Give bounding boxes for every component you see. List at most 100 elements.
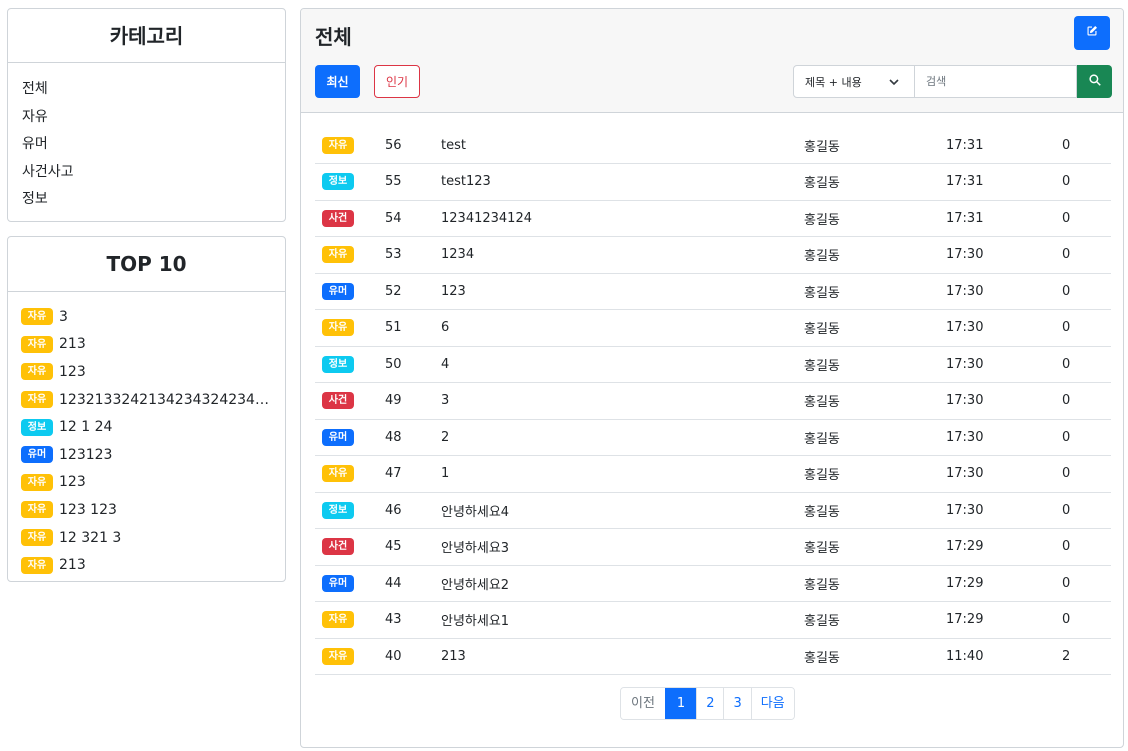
top10-item-title: 123 123 <box>59 501 117 518</box>
post-category-cell: 자유 <box>315 237 385 274</box>
top10-item[interactable]: 정보 12 1 24 <box>21 413 285 441</box>
post-category-cell: 자유 <box>315 127 385 164</box>
post-category-cell: 유머 <box>315 273 385 310</box>
post-category-cell: 자유 <box>315 602 385 639</box>
top10-item-title: 1232133242134234324234234234 <box>59 391 271 408</box>
table-row[interactable]: 사건 49 3 홍길동 17:30 0 <box>315 383 1111 419</box>
post-number: 43 <box>385 612 402 628</box>
table-row[interactable]: 자유 47 1 홍길동 17:30 0 <box>315 456 1111 492</box>
category-item-humor[interactable]: 유머 <box>22 131 285 159</box>
category-item-incident[interactable]: 사건사고 <box>22 159 285 187</box>
search-input[interactable] <box>915 65 1077 98</box>
category-item-info[interactable]: 정보 <box>22 186 285 214</box>
table-row[interactable]: 유머 48 2 홍길동 17:30 0 <box>315 419 1111 456</box>
category-badge: 자유 <box>322 136 354 154</box>
post-time: 17:30 <box>946 247 984 263</box>
table-row[interactable]: 자유 53 1234 홍길동 17:30 0 <box>315 237 1111 274</box>
write-post-button[interactable] <box>1074 16 1110 50</box>
post-category-cell: 유머 <box>315 565 385 602</box>
top10-item[interactable]: 자유 213 <box>21 331 285 359</box>
table-row[interactable]: 유머 52 123 홍길동 17:30 0 <box>315 273 1111 310</box>
table-row[interactable]: 정보 55 test123 홍길동 17:31 0 <box>315 164 1111 201</box>
top10-item[interactable]: 자유 12 321 3 <box>21 524 285 552</box>
search-button[interactable] <box>1077 65 1112 98</box>
table-row[interactable]: 자유 51 6 홍길동 17:30 0 <box>315 310 1111 347</box>
top10-item[interactable]: 자유 123 <box>21 469 285 497</box>
top10-item[interactable]: 유머 123123 <box>21 441 285 469</box>
post-views: 2 <box>1062 648 1071 664</box>
post-number: 50 <box>385 356 402 372</box>
post-author: 홍길동 <box>804 541 840 557</box>
post-category-cell: 자유 <box>315 638 385 675</box>
top10-item[interactable]: 자유 1232133242134234324234234234 <box>21 386 285 414</box>
post-title: 12341234124 <box>441 210 532 226</box>
table-row[interactable]: 사건 54 12341234124 홍길동 17:31 0 <box>315 200 1111 237</box>
table-row[interactable]: 사건 45 안녕하세요3 홍길동 17:29 0 <box>315 529 1111 565</box>
pencil-square-icon <box>1086 25 1098 41</box>
post-time: 17:31 <box>946 210 984 226</box>
pagination-page-2[interactable]: 2 <box>696 688 724 719</box>
table-row[interactable]: 유머 44 안녕하세요2 홍길동 17:29 0 <box>315 565 1111 602</box>
table-row[interactable]: 자유 40 213 홍길동 11:40 2 <box>315 638 1111 675</box>
search-group: 제목 + 내용 <box>793 65 1112 98</box>
post-views: 0 <box>1062 210 1071 226</box>
post-number: 56 <box>385 137 402 153</box>
post-views: 0 <box>1062 320 1071 336</box>
pagination-page-1[interactable]: 1 <box>664 688 697 719</box>
top10-item[interactable]: 자유 123 <box>21 358 285 386</box>
post-author: 홍길동 <box>804 212 840 228</box>
category-item-all[interactable]: 전체 <box>22 76 285 104</box>
post-title: 안녕하세요1 <box>441 614 510 630</box>
post-number: 40 <box>385 648 402 664</box>
category-header: 카테고리 <box>8 9 285 63</box>
category-badge: 자유 <box>21 556 53 574</box>
top10-item[interactable]: 자유 3 <box>21 303 285 331</box>
top10-item[interactable]: 자유 123 123 <box>21 496 285 524</box>
post-category-cell: 정보 <box>315 164 385 201</box>
category-item-free[interactable]: 자유 <box>22 104 285 132</box>
pagination-prev[interactable]: 이전 <box>621 688 665 719</box>
post-time: 17:31 <box>946 137 984 153</box>
table-row[interactable]: 정보 50 4 홍길동 17:30 0 <box>315 346 1111 383</box>
post-category-cell: 사건 <box>315 200 385 237</box>
post-time: 17:30 <box>946 429 984 445</box>
post-views: 0 <box>1062 174 1071 190</box>
top10-item-title: 12 321 3 <box>59 529 122 546</box>
post-time: 17:30 <box>946 320 984 336</box>
post-title: 1234 <box>441 247 475 263</box>
table-row[interactable]: 자유 43 안녕하세요1 홍길동 17:29 0 <box>315 602 1111 639</box>
post-title: 안녕하세요4 <box>441 504 510 520</box>
post-category-cell: 자유 <box>315 310 385 347</box>
post-views: 0 <box>1062 247 1071 263</box>
post-views: 0 <box>1062 283 1071 299</box>
category-badge: 자유 <box>21 391 53 409</box>
post-time: 17:29 <box>946 575 984 591</box>
category-badge: 유머 <box>21 446 53 464</box>
post-number: 52 <box>385 283 402 299</box>
post-number: 47 <box>385 466 402 482</box>
sort-popular-button[interactable]: 인기 <box>374 65 420 98</box>
top10-item[interactable]: 자유 213 <box>21 551 285 579</box>
table-row[interactable]: 자유 56 test 홍길동 17:31 0 <box>315 127 1111 164</box>
post-title: 안녕하세요2 <box>441 577 510 593</box>
table-row[interactable]: 정보 46 안녕하세요4 홍길동 17:30 0 <box>315 492 1111 529</box>
post-number: 44 <box>385 575 402 591</box>
category-badge: 자유 <box>322 246 354 264</box>
board-header: 전체 최신 인기 제목 + 내용 <box>301 9 1123 113</box>
post-views: 0 <box>1062 356 1071 372</box>
post-time: 17:31 <box>946 174 984 190</box>
category-card: 카테고리 전체 자유 유머 사건사고 정보 <box>7 8 286 222</box>
pagination-next[interactable]: 다음 <box>750 688 794 719</box>
post-number: 46 <box>385 502 402 518</box>
top10-header: TOP 10 <box>8 237 285 292</box>
post-title: 213 <box>441 648 466 664</box>
post-author: 홍길동 <box>804 614 840 630</box>
search-scope-select[interactable]: 제목 + 내용 <box>793 65 915 98</box>
pagination-page-3[interactable]: 3 <box>723 688 751 719</box>
sort-latest-button[interactable]: 최신 <box>315 65 360 98</box>
post-views: 0 <box>1062 137 1071 153</box>
post-author: 홍길동 <box>804 431 840 447</box>
post-views: 0 <box>1062 466 1071 482</box>
page-title: 전체 <box>315 25 352 49</box>
category-badge: 자유 <box>21 363 53 381</box>
